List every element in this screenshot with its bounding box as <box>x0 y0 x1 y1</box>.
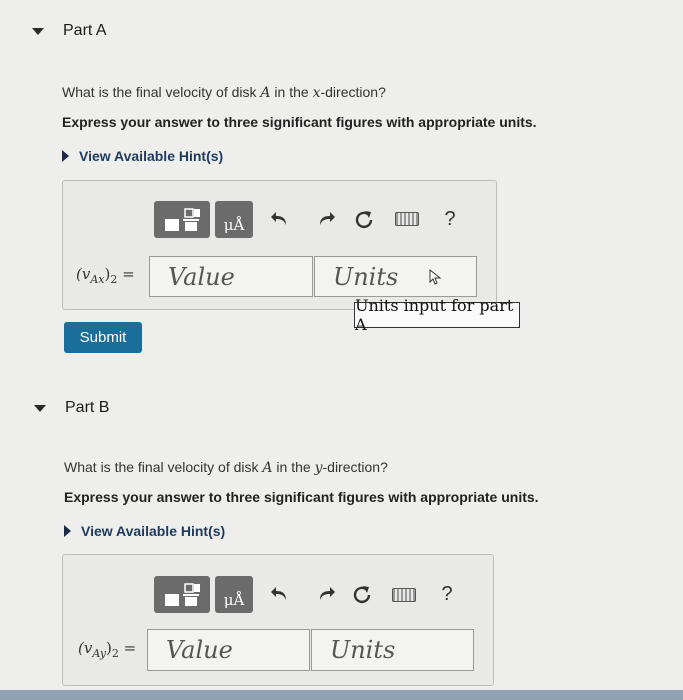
var-sub: Ay <box>92 647 107 660</box>
collapse-part-a-icon[interactable] <box>32 28 44 35</box>
part-a-title[interactable]: Part A <box>63 22 107 40</box>
hint-label: View Available Hint(s) <box>79 148 224 164</box>
units-button[interactable]: μÅ <box>215 576 253 613</box>
part-a-value-input[interactable]: Value <box>149 256 313 297</box>
question-text: What is the final velocity of disk <box>64 459 263 475</box>
redo-icon[interactable] <box>314 582 338 606</box>
undo-icon[interactable] <box>268 582 292 606</box>
caret-right-icon <box>62 150 69 162</box>
redo-icon[interactable] <box>314 207 338 231</box>
part-b-hint-link[interactable]: View Available Hint(s) <box>64 523 225 539</box>
bottom-scroll-edge <box>0 690 683 700</box>
part-b-question: What is the final velocity of disk A in … <box>64 459 388 476</box>
question-var-a: A <box>260 85 271 101</box>
part-b-instruction: Express your answer to three significant… <box>64 489 539 505</box>
question-var-y: y <box>314 460 323 476</box>
var-eq: = <box>118 639 137 657</box>
units-button[interactable]: μÅ <box>215 201 253 238</box>
hint-label: View Available Hint(s) <box>81 523 226 539</box>
help-icon[interactable]: ? <box>440 207 460 231</box>
var-eq: = <box>117 265 135 283</box>
var-sub2: 2 <box>111 647 119 660</box>
question-text: in the <box>272 459 315 475</box>
part-b-title[interactable]: Part B <box>65 399 109 417</box>
templates-button[interactable] <box>154 576 210 613</box>
var-sub: Ax <box>90 273 105 286</box>
part-a-hint-link[interactable]: View Available Hint(s) <box>62 148 223 164</box>
submit-button[interactable]: Submit <box>64 322 142 353</box>
part-b-variable-label: (vAy)2 = <box>78 639 136 660</box>
part-a-instruction: Express your answer to three significant… <box>62 114 537 130</box>
templates-button[interactable] <box>154 201 210 238</box>
var-base: (v <box>78 639 93 657</box>
keyboard-icon[interactable] <box>395 212 419 226</box>
caret-right-icon <box>64 525 71 537</box>
question-text: -direction? <box>320 84 386 100</box>
reset-icon[interactable] <box>352 207 376 231</box>
part-b-value-input[interactable]: Value <box>147 629 310 671</box>
question-text: in the <box>270 84 313 100</box>
keyboard-icon[interactable] <box>392 588 416 602</box>
part-a-question: What is the final velocity of disk A in … <box>62 84 386 101</box>
fraction-template-icon <box>165 582 200 606</box>
reset-icon[interactable] <box>350 582 374 606</box>
part-a-variable-label: (vAx)2 = <box>76 265 135 286</box>
var-base: (v <box>76 265 91 283</box>
question-var-a: A <box>262 460 273 476</box>
part-b-units-input[interactable]: Units <box>311 629 474 671</box>
fraction-template-icon <box>165 207 200 231</box>
units-tooltip: Units input for part A <box>354 296 520 334</box>
units-placeholder: Units <box>333 262 399 291</box>
part-a-units-input[interactable]: Units <box>314 256 477 297</box>
undo-icon[interactable] <box>268 207 292 231</box>
collapse-part-b-icon[interactable] <box>34 405 46 412</box>
help-icon[interactable]: ? <box>437 582 457 606</box>
question-text: What is the final velocity of disk <box>62 84 261 100</box>
question-text: -direction? <box>322 459 388 475</box>
mouse-pointer-icon <box>429 268 442 285</box>
